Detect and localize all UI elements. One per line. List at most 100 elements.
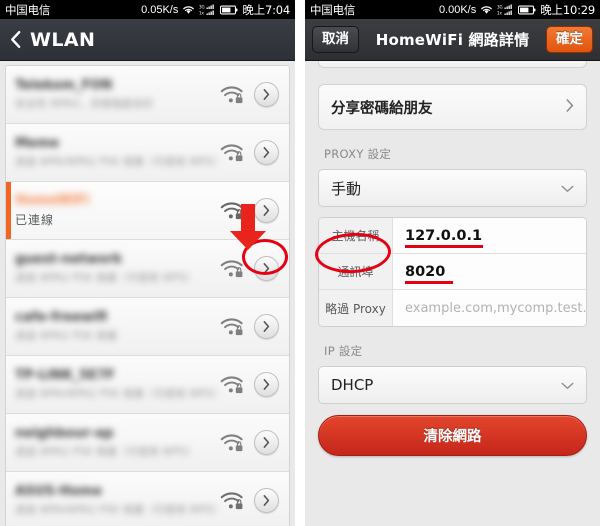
proxy-bypass-row[interactable]: 略過 Proxy example.com,mycomp.test. — [319, 290, 586, 326]
wifi-secured-icon — [220, 318, 243, 336]
cancel-button[interactable]: 取消 — [312, 26, 359, 53]
proxy-hostname-value: 127.0.0.1 — [405, 227, 483, 244]
proxy-hostname-label: 主機名稱 — [319, 218, 393, 253]
red-underline-annotation — [405, 245, 483, 248]
wifi-item-text: Telekom_FON 安全性 WPA2，訊號強度良好 — [15, 78, 220, 111]
chevron-right-icon — [263, 89, 270, 100]
proxy-mode-select[interactable]: 手動 — [318, 169, 587, 207]
svg-text:3G: 3G — [199, 4, 205, 9]
chevron-down-icon — [561, 179, 574, 197]
chevron-down-icon — [561, 376, 574, 394]
wifi-item-controls — [220, 372, 289, 397]
left-phone-screen: 中国电信 0.05K/s 3G 1x 晚上7:04 WLAN Telekom_F… — [0, 0, 295, 526]
wifi-security-desc: 透過 WPA2 PSK 保護 — [15, 330, 117, 342]
panel-divider — [295, 0, 305, 526]
ip-section-label: IP 設定 — [324, 344, 363, 358]
wifi-security-desc: 透過 WPA/WPA2 PSK 保護（可使用 WPS） — [15, 388, 216, 400]
wifi-details-button[interactable] — [254, 198, 279, 223]
wifi-item-text: HomeWiFi 已連線 — [15, 193, 220, 228]
clock-label: 晚上7:04 — [242, 2, 290, 17]
wifi-details-button[interactable] — [254, 488, 279, 513]
proxy-bypass-input[interactable]: example.com,mycomp.test. — [393, 290, 586, 326]
wifi-ssid: HomeWiFi — [15, 193, 90, 208]
clock-label: 晚上10:29 — [540, 2, 595, 17]
chevron-right-icon — [263, 205, 270, 216]
ip-mode-select[interactable]: DHCP — [318, 366, 587, 404]
share-password-card[interactable]: 分享密碼給朋友 — [318, 84, 587, 130]
wifi-list-item[interactable]: Telekom_FON 安全性 WPA2，訊號強度良好 — [6, 66, 289, 124]
wifi-details-button[interactable] — [254, 314, 279, 339]
red-underline-annotation — [405, 281, 453, 284]
share-password-row[interactable]: 分享密碼給朋友 — [319, 85, 586, 129]
share-password-label: 分享密碼給朋友 — [331, 100, 433, 117]
wifi-list-item-connected[interactable]: HomeWiFi 已連線 — [6, 182, 289, 240]
wifi-list-item[interactable]: Meme 透過 WPA/WPA2 PSK 保護（可使用 WPS） — [6, 124, 289, 182]
proxy-hostname-input[interactable]: 127.0.0.1 — [393, 218, 586, 253]
wifi-security-desc: 透過 WPA2 PSK 保護（可使用 WPS） — [15, 272, 197, 284]
wifi-security-desc: 透過 WPA/WPA2 PSK 保護（可使用 WPS） — [15, 156, 216, 168]
chevron-right-icon — [263, 263, 270, 274]
left-status-bar: 中国电信 0.05K/s 3G 1x 晚上7:04 — [0, 0, 295, 19]
right-phone-screen: 中国电信 0.00K/s 3G 1x 晚上10:29 取消 HomeWiFi 網… — [305, 0, 600, 526]
back-chevron-icon[interactable] — [10, 30, 21, 49]
proxy-mode-value: 手動 — [331, 179, 362, 198]
battery-icon — [518, 5, 536, 14]
wifi-ssid: TP-LINK_5E7F — [15, 368, 115, 383]
wifi-details-button[interactable] — [254, 372, 279, 397]
network-speed-label: 0.00K/s — [438, 3, 477, 16]
carrier-label: 中国电信 — [5, 2, 51, 17]
ip-mode-value: DHCP — [331, 376, 374, 394]
wifi-network-list: Telekom_FON 安全性 WPA2，訊號強度良好 Meme 透過 WPA/… — [5, 65, 290, 526]
page-title: HomeWiFi 網路詳情 — [375, 31, 530, 49]
page-title: WLAN — [30, 28, 96, 51]
wifi-item-text: cafe-freewifi 透過 WPA2 PSK 保護 — [15, 310, 220, 343]
wifi-list-item[interactable]: guest-network 透過 WPA2 PSK 保護（可使用 WPS） — [6, 240, 289, 298]
svg-text:3G: 3G — [497, 4, 503, 9]
wifi-list-body: Telekom_FON 安全性 WPA2，訊號強度良好 Meme 透過 WPA/… — [0, 61, 295, 526]
svg-text:1x: 1x — [199, 10, 205, 15]
wifi-security-desc: 透過 WPA/WPA2 PSK 保護（可使用 WPS） — [15, 504, 216, 516]
chevron-right-icon — [263, 437, 270, 448]
right-navigation-bar: 取消 HomeWiFi 網路詳情 確定 — [305, 19, 600, 61]
battery-icon — [220, 5, 238, 14]
wifi-list-item[interactable]: cafe-freewifi 透過 WPA2 PSK 保護 — [6, 298, 289, 356]
clear-network-button[interactable]: 清除網路 — [318, 415, 587, 456]
wifi-item-controls — [220, 140, 289, 165]
proxy-fields-group: 主機名稱 127.0.0.1 通訊埠 8020 略過 Proxy example… — [318, 217, 587, 327]
status-icons-group: 0.00K/s 3G 1x 晚上10:29 — [439, 2, 595, 18]
wifi-item-controls — [220, 82, 289, 107]
wifi-details-button[interactable] — [254, 430, 279, 455]
carrier-label: 中国电信 — [310, 2, 356, 17]
proxy-hostname-row[interactable]: 主機名稱 127.0.0.1 — [319, 218, 586, 254]
wifi-ssid: ASUS-Home — [15, 484, 102, 499]
wifi-details-button[interactable] — [254, 256, 279, 281]
wifi-ssid: cafe-freewifi — [15, 310, 108, 325]
wifi-secured-icon — [220, 434, 243, 452]
wifi-item-controls — [220, 256, 289, 281]
confirm-button[interactable]: 確定 — [546, 26, 593, 53]
wifi-item-text: TP-LINK_5E7F 透過 WPA/WPA2 PSK 保護（可使用 WPS） — [15, 368, 220, 401]
proxy-port-value: 8020 — [405, 263, 446, 280]
proxy-port-input[interactable]: 8020 — [393, 254, 586, 289]
wifi-list-item[interactable]: ASUS-Home 透過 WPA/WPA2 PSK 保護（可使用 WPS） — [6, 472, 289, 526]
wifi-ssid: Telekom_FON — [15, 78, 113, 93]
wifi-icon — [481, 6, 493, 14]
right-status-bar: 中国电信 0.00K/s 3G 1x 晚上10:29 — [305, 0, 600, 19]
wifi-list-item[interactable]: neighbour-ap 透過 WPA2 PSK 保護（可使用 WPS） — [6, 414, 289, 472]
wifi-ssid: Meme — [15, 136, 60, 151]
partial-card-above — [318, 61, 587, 68]
chevron-right-icon — [263, 147, 270, 158]
wifi-connection-status: 已連線 — [15, 213, 55, 227]
dual-sim-signal-icon: 3G 1x — [199, 4, 215, 15]
chevron-right-icon — [263, 321, 270, 332]
status-icons-group: 0.05K/s 3G 1x 晚上7:04 — [141, 2, 290, 18]
wifi-details-button[interactable] — [254, 82, 279, 107]
proxy-port-row[interactable]: 通訊埠 8020 — [319, 254, 586, 290]
wifi-list-item[interactable]: TP-LINK_5E7F 透過 WPA/WPA2 PSK 保護（可使用 WPS） — [6, 356, 289, 414]
chevron-right-icon — [263, 379, 270, 390]
wifi-icon — [183, 6, 195, 14]
wifi-secured-icon — [220, 260, 243, 278]
wifi-item-text: neighbour-ap 透過 WPA2 PSK 保護（可使用 WPS） — [15, 426, 220, 459]
wifi-item-text: guest-network 透過 WPA2 PSK 保護（可使用 WPS） — [15, 252, 220, 285]
wifi-details-button[interactable] — [254, 140, 279, 165]
